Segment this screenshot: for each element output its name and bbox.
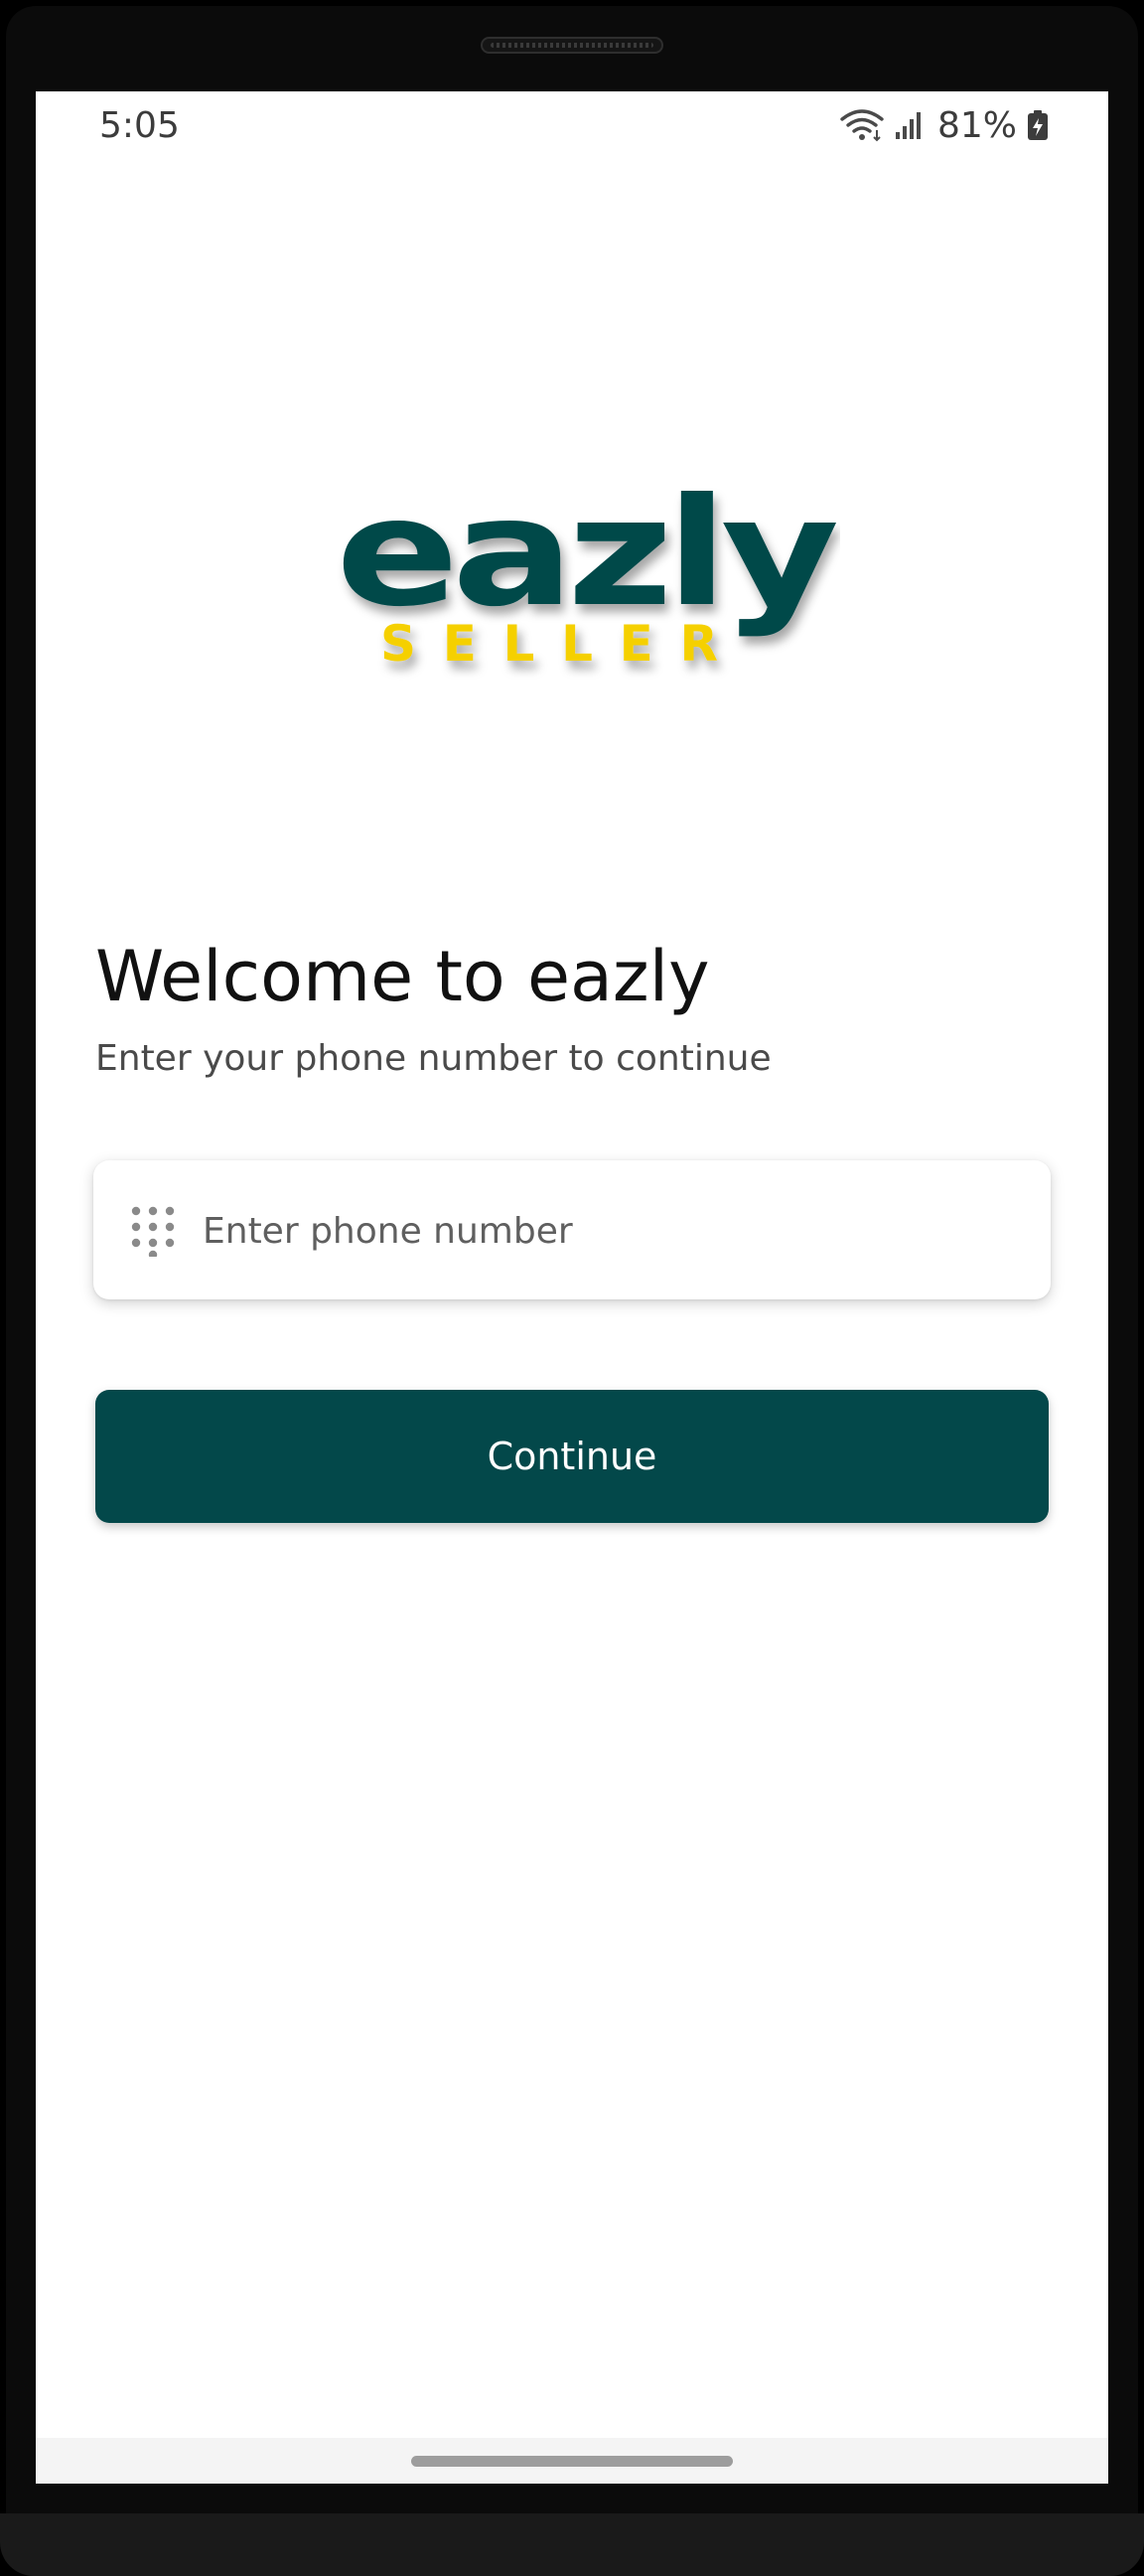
- phone-frame: 5:05 81% eazly SELLER Welcome to eazly E…: [0, 0, 1144, 2576]
- wifi-icon: [840, 109, 884, 142]
- phone-chin: [0, 2513, 1144, 2576]
- phone-number-input[interactable]: [203, 1200, 1017, 1262]
- phone-number-field[interactable]: [93, 1160, 1051, 1299]
- continue-button[interactable]: Continue: [95, 1390, 1049, 1523]
- earpiece-speaker: [481, 37, 663, 54]
- welcome-title: Welcome to eazly: [95, 936, 710, 1017]
- welcome-subtitle: Enter your phone number to continue: [95, 1038, 772, 1079]
- status-icons: 81%: [840, 103, 1049, 147]
- battery-charging-icon: [1028, 110, 1048, 140]
- eazly-seller-logo: eazly SELLER: [336, 467, 840, 673]
- dialpad-icon: [131, 1206, 175, 1257]
- navigation-bar: [36, 2438, 1108, 2484]
- status-time: 5:05: [99, 105, 180, 146]
- home-indicator[interactable]: [411, 2456, 733, 2467]
- status-bar: 5:05 81%: [36, 91, 1108, 161]
- app-screen: 5:05 81% eazly SELLER Welcome to eazly E…: [36, 91, 1108, 2484]
- svg-text:eazly: eazly: [336, 467, 837, 640]
- battery-percent: 81%: [936, 104, 1017, 146]
- signal-icon: [895, 112, 921, 139]
